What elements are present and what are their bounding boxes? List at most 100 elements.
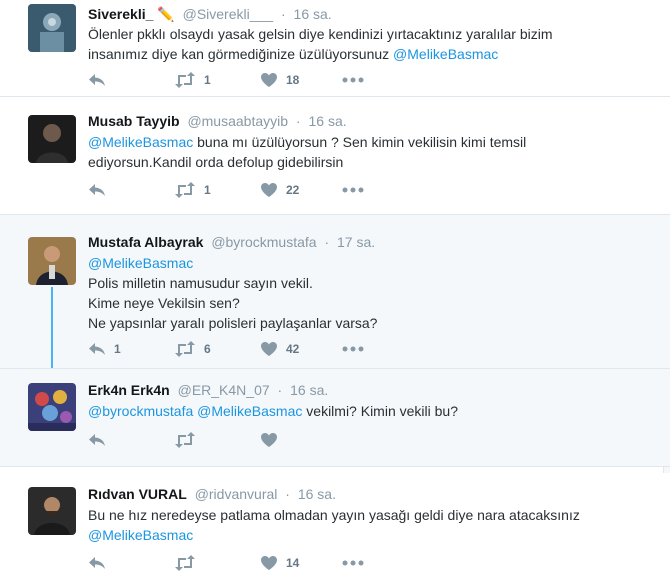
tweet-erk4n[interactable]: Erk4n Erk4n @ER_K4N_07 · 16 sa. @byrockm… — [0, 369, 670, 464]
like-button[interactable]: 42 — [260, 341, 299, 357]
mention-link[interactable]: @MelikeBasmac — [88, 134, 193, 150]
avatar[interactable] — [28, 487, 76, 535]
more-icon — [342, 187, 364, 193]
timestamp[interactable]: 16 sa. — [308, 113, 346, 129]
avatar[interactable] — [28, 383, 76, 431]
retweet-icon — [175, 432, 195, 448]
retweet-button[interactable]: 1 — [174, 72, 211, 88]
timestamp[interactable]: 16 sa. — [290, 382, 328, 398]
reply-count: 1 — [114, 342, 121, 356]
more-button[interactable] — [342, 72, 364, 88]
display-name[interactable]: Mustafa Albayrak — [88, 234, 203, 250]
text-segment: insanımız diye kan görmediğinize üzülüyo… — [88, 46, 394, 62]
text-segment: Kime neye Vekilsin sen? — [88, 295, 240, 311]
tweet-text: Ölenler pkklı olsaydı yasak gelsin diye … — [88, 24, 648, 64]
like-button[interactable]: 18 — [260, 72, 299, 88]
reply-icon — [89, 184, 105, 196]
like-button[interactable] — [260, 432, 286, 448]
timestamp[interactable]: 16 sa. — [298, 486, 336, 502]
reply-icon — [89, 343, 105, 355]
text-line: Ne yapsınlar yaralı polisleri paylaşanla… — [88, 313, 648, 333]
retweet-icon — [175, 72, 195, 88]
like-count: 42 — [286, 342, 300, 356]
retweet-button[interactable]: 1 — [174, 182, 211, 198]
tweet-ridvan[interactable]: Rıdvan VURAL @ridvanvural · 16 sa. Bu ne… — [0, 473, 670, 577]
retweet-button[interactable] — [174, 432, 204, 448]
reply-button[interactable] — [88, 182, 114, 198]
heart-icon — [261, 183, 277, 197]
more-button[interactable] — [342, 341, 364, 357]
text-line: @MelikeBasmac buna mı üzülüyorsun ? Sen … — [88, 132, 648, 152]
avatar[interactable] — [28, 4, 76, 52]
reply-button[interactable]: 1 — [88, 341, 121, 357]
text-line: @MelikeBasmac — [88, 525, 648, 545]
text-segment: buna mı üzülüyorsun ? Sen kimin vekilisi… — [193, 134, 527, 150]
more-icon — [342, 346, 364, 352]
pencil-icon: ✏️ — [157, 6, 175, 22]
reply-button[interactable] — [88, 72, 114, 88]
display-name[interactable]: Rıdvan VURAL — [88, 486, 187, 502]
tweet-siverekli[interactable]: Siverekli_ ✏️ @Siverekli___ · 16 sa. Öle… — [0, 0, 670, 96]
user-handle[interactable]: @ER_K4N_07 — [178, 382, 270, 398]
reply-button[interactable] — [88, 555, 114, 571]
retweet-icon — [175, 182, 195, 198]
mention-link[interactable]: @MelikeBasmac — [197, 403, 302, 419]
display-name[interactable]: Erk4n Erk4n — [88, 382, 170, 398]
text-line: Polis milletin namusudur sayın vekil. — [88, 273, 648, 293]
heart-icon — [261, 433, 277, 447]
more-button[interactable] — [342, 555, 364, 571]
text-line: @byrockmustafa @MelikeBasmac vekilmi? Ki… — [88, 401, 648, 421]
user-handle[interactable]: @byrockmustafa — [211, 234, 316, 250]
separator-dot: · — [285, 486, 290, 502]
mention-link[interactable]: @MelikeBasmac — [88, 255, 193, 271]
text-line: @MelikeBasmac — [88, 253, 648, 273]
separator-dot: · — [277, 382, 283, 398]
user-handle[interactable]: @Siverekli___ — [183, 6, 273, 22]
separator-dot: · — [295, 113, 301, 129]
text-line: Bu ne hız neredeyse patlama olmadan yayı… — [88, 505, 648, 525]
mention-link[interactable]: @MelikeBasmac — [88, 527, 193, 543]
user-handle[interactable]: @ridvanvural — [195, 486, 278, 502]
reply-icon — [89, 74, 105, 86]
retweet-count: 6 — [204, 342, 211, 356]
display-name[interactable]: Siverekli_ — [88, 6, 153, 22]
text-segment: ediyorsun.Kandil orda defolup gidebilirs… — [88, 154, 344, 170]
heart-icon — [261, 342, 277, 356]
mention-link[interactable]: @MelikeBasmac — [393, 46, 498, 62]
reply-button[interactable] — [88, 432, 114, 448]
avatar[interactable] — [28, 115, 76, 163]
like-count: 18 — [286, 73, 300, 87]
text-segment: Ne yapsınlar yaralı polisleri paylaşanla… — [88, 315, 378, 331]
retweet-count: 1 — [204, 73, 211, 87]
tweet-header: Mustafa Albayrak @byrockmustafa · 17 sa. — [88, 234, 375, 250]
heart-icon — [261, 73, 277, 87]
text-segment: Polis milletin namusudur sayın vekil. — [88, 275, 313, 291]
tweet-mustafa[interactable]: Mustafa Albayrak @byrockmustafa · 17 sa.… — [0, 221, 670, 367]
text-line: Ölenler pkklı olsaydı yasak gelsin diye … — [88, 24, 648, 44]
timestamp[interactable]: 17 sa. — [337, 234, 375, 250]
user-handle[interactable]: @musaabtayyib — [187, 113, 288, 129]
tweet-header: Musab Tayyib @musaabtayyib · 16 sa. — [88, 113, 347, 129]
tweet-text: @MelikeBasmac Polis milletin namusudur s… — [88, 253, 648, 333]
retweet-count: 1 — [204, 183, 211, 197]
avatar[interactable] — [28, 237, 76, 285]
more-icon — [342, 77, 364, 83]
mention-link[interactable]: @byrockmustafa — [88, 403, 193, 419]
retweet-button[interactable]: 6 — [174, 341, 211, 357]
reply-icon — [89, 557, 105, 569]
text-line: Kime neye Vekilsin sen? — [88, 293, 648, 313]
tweet-musab[interactable]: Musab Tayyib @musaabtayyib · 16 sa. @Mel… — [0, 97, 670, 214]
like-count: 14 — [286, 556, 300, 570]
timestamp[interactable]: 16 sa. — [294, 6, 332, 22]
like-button[interactable]: 22 — [260, 182, 299, 198]
separator-dot: · — [324, 234, 330, 250]
like-button[interactable]: 14 — [260, 555, 299, 571]
retweet-icon — [175, 341, 195, 357]
display-name[interactable]: Musab Tayyib — [88, 113, 180, 129]
tweet-text: @byrockmustafa @MelikeBasmac vekilmi? Ki… — [88, 401, 648, 421]
retweet-button[interactable] — [174, 555, 204, 571]
text-segment: Bu ne hız neredeyse patlama olmadan yayı… — [88, 507, 580, 523]
tweet-header: Rıdvan VURAL @ridvanvural · 16 sa. — [88, 486, 336, 502]
text-line: ediyorsun.Kandil orda defolup gidebilirs… — [88, 152, 648, 172]
more-button[interactable] — [342, 182, 364, 198]
